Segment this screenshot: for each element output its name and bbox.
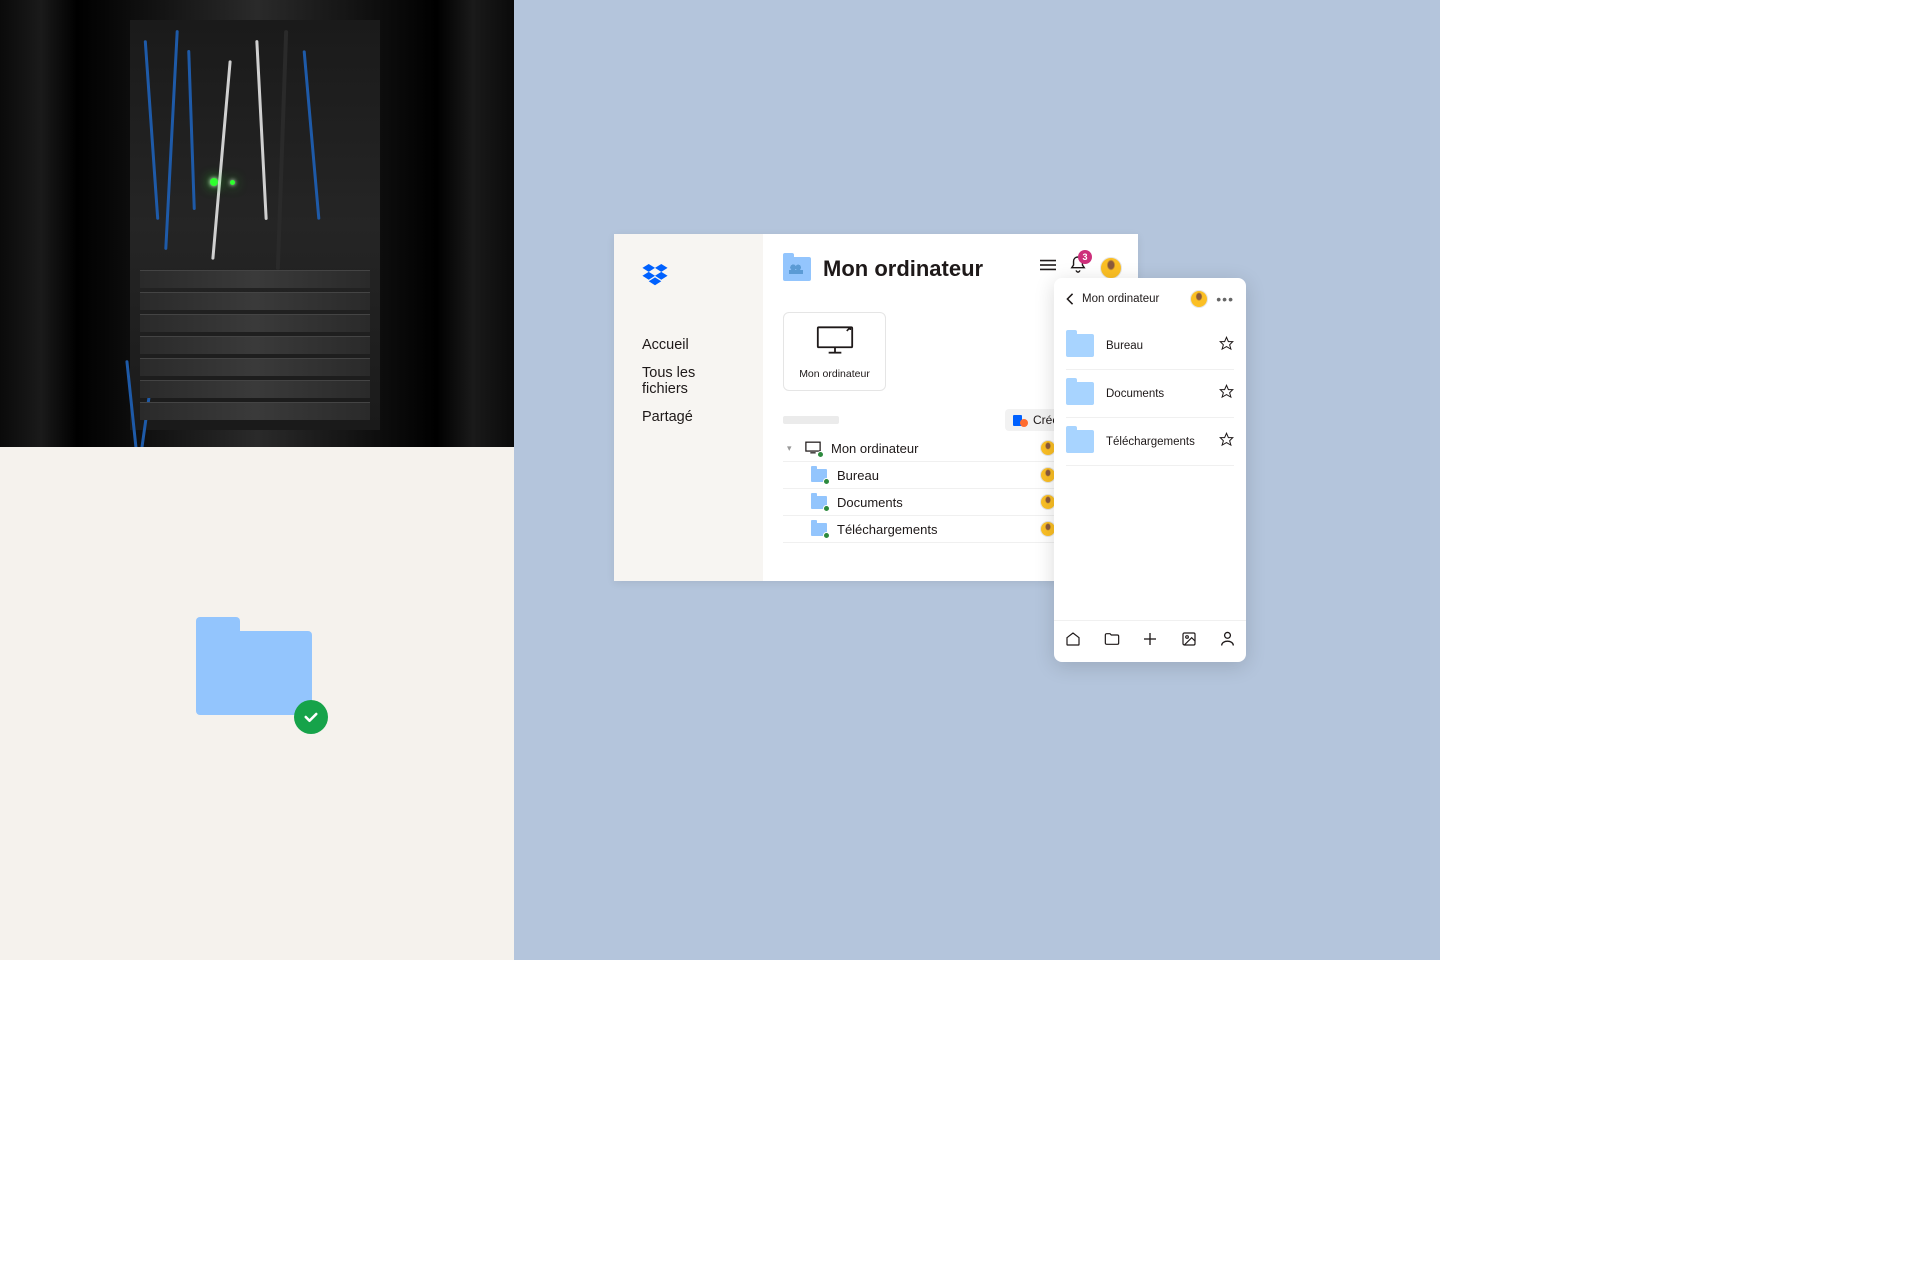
item-label: Bureau bbox=[1106, 340, 1143, 352]
file-name: Mon ordinateur bbox=[831, 441, 918, 456]
folder-icon bbox=[811, 523, 827, 536]
mobile-item-desktop[interactable]: Bureau bbox=[1066, 322, 1234, 370]
tab-photos-icon[interactable] bbox=[1181, 631, 1197, 652]
more-menu-icon[interactable]: ••• bbox=[1216, 295, 1234, 303]
file-name: Documents bbox=[837, 495, 903, 510]
create-icon bbox=[1013, 413, 1027, 427]
mobile-header: Mon ordinateur ••• bbox=[1054, 278, 1246, 318]
file-name: Téléchargements bbox=[837, 522, 937, 537]
dropbox-logo-icon[interactable] bbox=[642, 264, 763, 291]
notifications-button[interactable]: 3 bbox=[1070, 256, 1086, 279]
sync-success-checkmark-icon bbox=[294, 700, 328, 734]
left-decorative-section bbox=[0, 0, 514, 960]
tab-account-icon[interactable] bbox=[1220, 631, 1235, 652]
monitor-upload-icon bbox=[816, 325, 854, 355]
folder-icon bbox=[1066, 334, 1094, 357]
file-name: Bureau bbox=[837, 468, 879, 483]
menu-icon[interactable] bbox=[1040, 258, 1056, 277]
folder-icon bbox=[1066, 430, 1094, 453]
computer-card-label: Mon ordinateur bbox=[792, 368, 877, 380]
sidebar: Accueil Tous les fichiers Partagé bbox=[614, 234, 763, 581]
star-icon[interactable] bbox=[1219, 336, 1234, 356]
computer-sync-icon bbox=[805, 441, 821, 455]
back-chevron-icon[interactable] bbox=[1066, 293, 1074, 305]
item-label: Documents bbox=[1106, 388, 1164, 400]
mobile-tabbar bbox=[1054, 620, 1246, 662]
item-label: Téléchargements bbox=[1106, 436, 1195, 448]
sidebar-item-home[interactable]: Accueil bbox=[614, 331, 763, 359]
mobile-file-list: Bureau Documents Téléchargements bbox=[1054, 318, 1246, 620]
tab-home-icon[interactable] bbox=[1065, 631, 1081, 652]
mobile-item-documents[interactable]: Documents bbox=[1066, 370, 1234, 418]
page-title: Mon ordinateur bbox=[823, 256, 983, 282]
user-avatar[interactable] bbox=[1100, 257, 1122, 279]
collapse-caret-icon[interactable]: ▾ bbox=[787, 443, 795, 454]
folder-icon bbox=[811, 496, 827, 509]
server-rack-photo bbox=[0, 0, 514, 447]
sidebar-item-shared[interactable]: Partagé bbox=[614, 403, 763, 431]
computer-device-card[interactable]: Mon ordinateur bbox=[783, 312, 886, 391]
column-header-placeholder bbox=[783, 416, 839, 424]
mobile-item-downloads[interactable]: Téléchargements bbox=[1066, 418, 1234, 466]
star-icon[interactable] bbox=[1219, 432, 1234, 452]
tab-create-icon[interactable] bbox=[1142, 631, 1158, 652]
folder-icon bbox=[1066, 382, 1094, 405]
sidebar-item-all-files[interactable]: Tous les fichiers bbox=[614, 359, 763, 403]
notification-count-badge: 3 bbox=[1078, 250, 1092, 264]
folder-illustration-area bbox=[0, 447, 514, 960]
star-icon[interactable] bbox=[1219, 384, 1234, 404]
shared-folder-icon bbox=[783, 257, 811, 281]
dropbox-mobile-window: Mon ordinateur ••• Bureau Documents Télé… bbox=[1054, 278, 1246, 662]
user-avatar[interactable] bbox=[1190, 290, 1208, 308]
tab-files-icon[interactable] bbox=[1104, 632, 1120, 651]
folder-icon bbox=[811, 469, 827, 482]
mobile-title: Mon ordinateur bbox=[1082, 293, 1159, 305]
synced-folder-illustration bbox=[196, 617, 312, 715]
